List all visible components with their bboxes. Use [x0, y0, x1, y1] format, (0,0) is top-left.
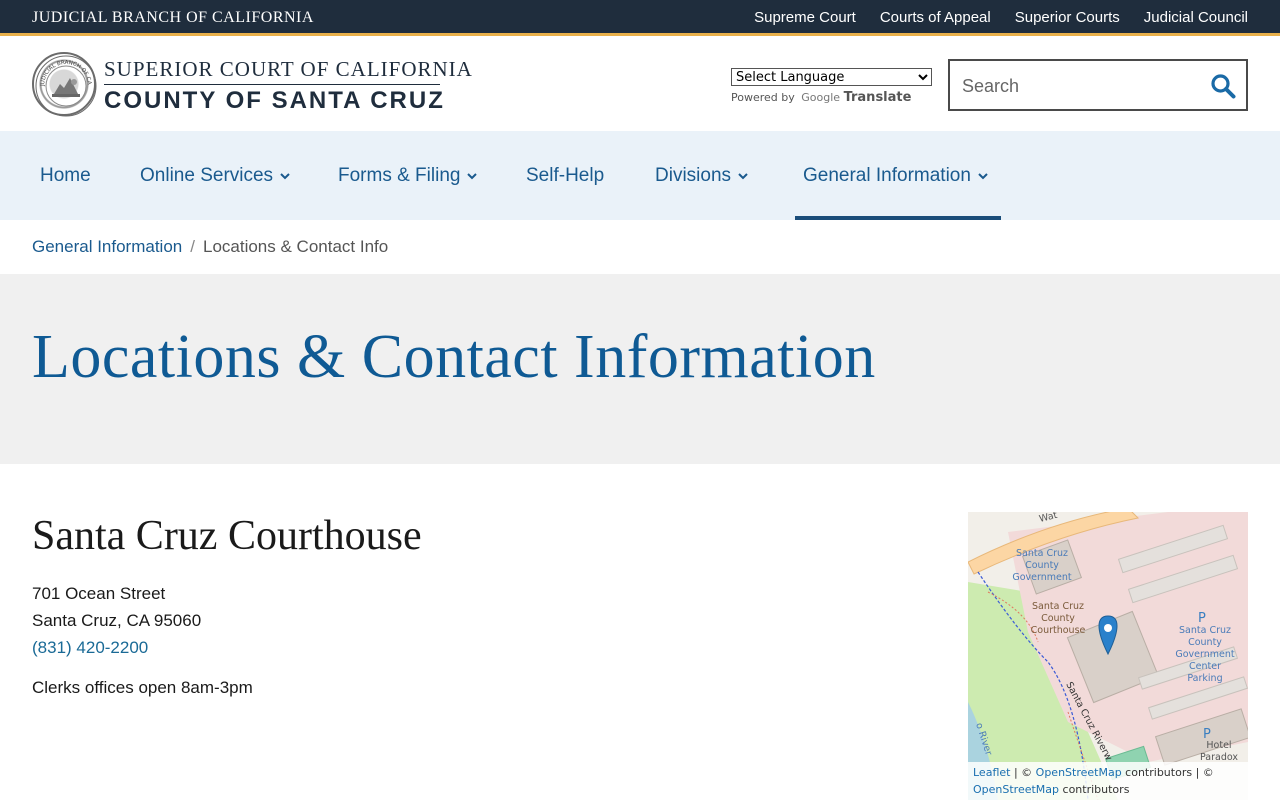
map-tiles: P P Santa Cruz County Government Santa C… [968, 512, 1248, 800]
map-label-parking: Santa Cruz [1179, 625, 1231, 636]
court-name-divider [104, 84, 440, 85]
chevron-down-icon [467, 173, 478, 180]
nav-item-general-information[interactable]: General Information [803, 165, 989, 187]
search-icon [1211, 74, 1236, 99]
translate-link[interactable]: Translate [844, 90, 912, 105]
top-link-judicial-council[interactable]: Judicial Council [1144, 9, 1248, 26]
leaflet-link[interactable]: Leaflet [973, 766, 1010, 779]
nav-item-label: General Information [803, 165, 971, 186]
map-label-parking: Center [1189, 661, 1221, 672]
google-translate-credit: Powered by Google Translate [731, 90, 911, 105]
map-label-gov: Government [1012, 572, 1072, 583]
location-address: 701 Ocean Street Santa Cruz, CA 95060 (8… [32, 580, 201, 661]
seal-arc-text: JUDICIAL BRANCH OF CALIFORNIA [34, 54, 92, 87]
attribution-text: contributors [1059, 783, 1130, 796]
top-link-supreme-court[interactable]: Supreme Court [754, 9, 856, 26]
search-input[interactable] [962, 73, 1192, 99]
nav-item-home[interactable]: Home [40, 165, 91, 187]
chevron-down-icon [280, 173, 290, 180]
language-selector: Select Language [731, 68, 932, 86]
map-label-courthouse: Santa Cruz [1032, 601, 1084, 612]
map-parking-sign: P [1198, 611, 1206, 626]
nav-item-divisions[interactable]: Divisions [655, 165, 749, 187]
map-label-parking: County [1188, 637, 1222, 648]
court-name-line2[interactable]: COUNTY OF SANTA CRUZ [104, 87, 445, 115]
site-search [948, 59, 1248, 111]
main-navigation: Home Online Services Forms & Filing Self… [0, 131, 1280, 220]
site-header: JUDICIAL BRANCH OF CALIFORNIA SUPERIOR C… [0, 39, 1280, 131]
breadcrumb-current: Locations & Contact Info [202, 237, 389, 256]
address-city: Santa Cruz, CA 95060 [32, 611, 202, 630]
nav-item-self-help[interactable]: Self-Help [526, 165, 604, 187]
top-links: Supreme Court Courts of Appeal Superior … [754, 9, 1248, 26]
powered-by-label: Powered by [731, 91, 795, 104]
location-map[interactable]: P P Santa Cruz County Government Santa C… [968, 512, 1248, 800]
breadcrumb: General Information / Locations & Contac… [32, 237, 388, 257]
map-label-parking: Government [1175, 649, 1235, 660]
judicial-branch-bar: JUDICIAL BRANCH OF CALIFORNIA Supreme Co… [0, 0, 1280, 36]
nav-item-label: Forms & Filing [338, 165, 461, 186]
judicial-branch-title[interactable]: JUDICIAL BRANCH OF CALIFORNIA [32, 9, 314, 27]
map-attribution: Leaflet | © OpenStreetMap contributors |… [968, 762, 1248, 800]
nav-item-online-services[interactable]: Online Services [140, 165, 291, 187]
attribution-text: contributors | © [1121, 766, 1214, 779]
map-label-courthouse: County [1041, 613, 1075, 624]
nav-item-forms-filing[interactable]: Forms & Filing [338, 165, 478, 187]
clerk-hours: Clerks offices open 8am-3pm [32, 678, 253, 697]
nav-item-label: Divisions [655, 165, 732, 186]
attribution-text: | © [1010, 766, 1036, 779]
nav-item-label: Online Services [140, 165, 274, 186]
google-logo[interactable]: Google [801, 91, 840, 104]
nav-item-label: Home [40, 165, 91, 186]
chevron-down-icon [738, 173, 748, 180]
map-label-gov: County [1025, 560, 1059, 571]
location-name: Santa Cruz Courthouse [32, 513, 422, 559]
map-label-hotel: Hotel [1206, 740, 1231, 751]
openstreetmap-link[interactable]: OpenStreetMap [1036, 766, 1122, 779]
map-label-courthouse: Courthouse [1031, 625, 1086, 636]
nav-item-label: Self-Help [526, 165, 605, 186]
breadcrumb-separator: / [190, 237, 195, 256]
court-seal-logo[interactable]: JUDICIAL BRANCH OF CALIFORNIA [32, 52, 97, 117]
top-link-superior-courts[interactable]: Superior Courts [1015, 9, 1120, 26]
page-title: Locations & Contact Information [32, 323, 876, 391]
address-street: 701 Ocean Street [32, 584, 166, 603]
phone-link[interactable]: (831) 420-2200 [32, 638, 148, 657]
svg-text:JUDICIAL BRANCH OF CALIFORNIA: JUDICIAL BRANCH OF CALIFORNIA [34, 54, 92, 87]
map-label-parking: Parking [1187, 673, 1222, 684]
map-label-gov: Santa Cruz [1016, 548, 1068, 559]
search-button[interactable] [1210, 73, 1236, 99]
breadcrumb-general-information[interactable]: General Information [32, 237, 182, 257]
language-select[interactable]: Select Language [731, 68, 932, 86]
chevron-down-icon [978, 173, 988, 180]
nav-active-indicator [795, 216, 1001, 220]
top-link-courts-of-appeal[interactable]: Courts of Appeal [880, 9, 991, 26]
openstreetmap-link[interactable]: OpenStreetMap [973, 783, 1059, 796]
page-title-band: Locations & Contact Information [0, 274, 1280, 464]
court-name-line1[interactable]: SUPERIOR COURT OF CALIFORNIA [104, 57, 473, 82]
